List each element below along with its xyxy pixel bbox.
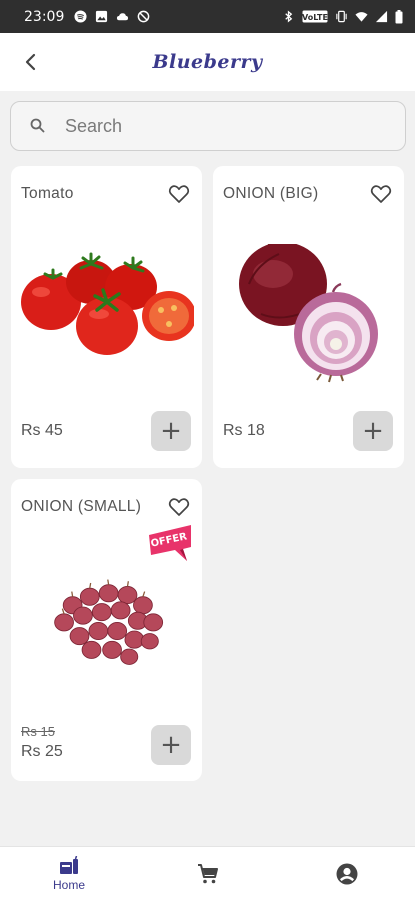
product-name: ONION (SMALL) xyxy=(21,498,142,515)
nav-profile[interactable] xyxy=(322,847,372,900)
product-price: Rs 25 xyxy=(21,743,63,760)
app-bar: Blueberry xyxy=(0,33,415,91)
home-basket-icon xyxy=(60,856,78,874)
status-bar: 23:09 VoLTE xyxy=(0,0,415,33)
signal-icon xyxy=(375,10,388,23)
search-box[interactable] xyxy=(10,101,406,151)
plus-icon: + xyxy=(160,730,182,760)
volte-icon: VoLTE xyxy=(302,10,328,23)
heart-icon[interactable] xyxy=(369,182,393,206)
bottom-nav: Home xyxy=(0,846,415,900)
tomato-image xyxy=(21,252,194,355)
plus-icon: + xyxy=(362,416,384,446)
battery-icon xyxy=(395,9,403,23)
onion-big-image xyxy=(239,244,378,383)
gallery-icon xyxy=(96,10,108,23)
svg-text:VoLTE: VoLTE xyxy=(302,13,328,22)
app-title: Blueberry xyxy=(152,51,263,73)
spotify-icon xyxy=(74,10,87,23)
product-card-onion-small[interactable]: ONION (SMALL) OFFER Rs 15 Rs 25 + xyxy=(11,479,202,781)
nav-home-label: Home xyxy=(52,878,85,892)
product-name: Tomato xyxy=(21,185,74,202)
onion-small-image xyxy=(54,579,164,665)
heart-icon[interactable] xyxy=(167,495,191,519)
plus-icon: + xyxy=(160,416,182,446)
bluetooth-icon xyxy=(285,10,293,23)
account-icon xyxy=(336,863,358,885)
search-input[interactable] xyxy=(65,115,365,137)
wifi-icon xyxy=(355,12,368,22)
product-old-price: Rs 15 xyxy=(21,724,55,739)
cart-icon xyxy=(198,864,218,884)
product-card-onion-big[interactable]: ONION (BIG) Rs 18 + xyxy=(213,166,404,468)
heart-icon[interactable] xyxy=(167,182,191,206)
nav-home[interactable]: Home xyxy=(44,847,94,900)
product-price: Rs 18 xyxy=(223,422,265,439)
data-saver-icon xyxy=(138,10,150,23)
add-to-cart-button[interactable]: + xyxy=(151,411,191,451)
product-card-tomato[interactable]: Tomato Rs 45 + xyxy=(11,166,202,468)
nav-cart[interactable] xyxy=(183,847,233,900)
vibrate-icon xyxy=(336,10,347,23)
status-time: 23:09 xyxy=(24,8,65,25)
add-to-cart-button[interactable]: + xyxy=(353,411,393,451)
cloud-icon xyxy=(117,13,129,21)
offer-badge: OFFER xyxy=(149,525,191,561)
search-icon xyxy=(30,118,45,133)
product-name: ONION (BIG) xyxy=(223,185,319,202)
add-to-cart-button[interactable]: + xyxy=(151,725,191,765)
product-price: Rs 45 xyxy=(21,422,63,439)
